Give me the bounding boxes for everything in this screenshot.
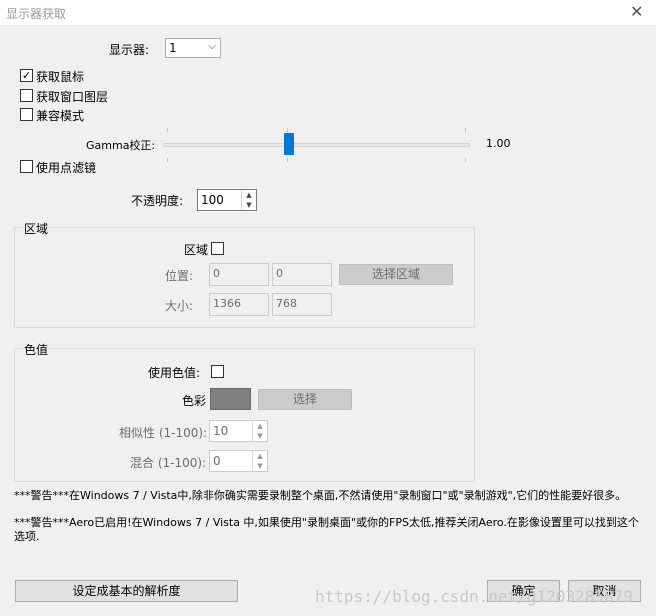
spin-up-icon[interactable]: ▲ [253,421,267,431]
warning-aero: ***警告***Aero已启用!在Windows 7 / Vista 中,如果使… [14,516,639,543]
spin-up-icon[interactable]: ▲ [253,451,267,461]
region-enable-checkbox[interactable] [211,242,224,255]
region-enable-label: 区域 [184,243,209,257]
gamma-label: Gamma校正: [86,139,156,152]
title-bar: 显示器获取 ✕ [0,0,656,26]
set-base-resolution-button[interactable]: 设定成基本的解析度 [15,580,238,602]
compat-mode-label: 兼容模式 [36,109,85,123]
slider-tick [465,158,466,162]
slider-tick [287,158,288,162]
capture-layers-checkbox[interactable] [20,89,33,102]
slider-tick [465,128,466,132]
spin-buttons: ▲ ▼ [252,451,267,471]
position-y-field[interactable]: 0 [272,263,332,286]
slider-tick [287,128,288,132]
opacity-label: 不透明度: [131,194,184,208]
height-field[interactable]: 768 [272,293,332,316]
blend-spinbox[interactable]: 0 ▲ ▼ [209,450,268,472]
region-group-label: 区域 [23,220,50,237]
compat-mode-checkbox[interactable] [20,108,33,121]
spin-buttons: ▲ ▼ [241,190,256,210]
select-region-button[interactable]: 选择区域 [339,264,453,285]
slider-tick [167,158,168,162]
close-icon[interactable]: ✕ [630,3,643,21]
width-field[interactable]: 1366 [209,293,269,316]
position-x-field[interactable]: 0 [209,263,269,286]
similarity-spinbox[interactable]: 10 ▲ ▼ [209,420,268,442]
check-icon: ✓ [21,69,32,82]
display-label: 显示器: [109,43,150,57]
spin-up-icon[interactable]: ▲ [242,190,256,200]
gamma-slider-track[interactable] [163,143,470,147]
blend-label: 混合 (1-100): [130,456,207,470]
capture-layers-label: 获取窗口图层 [36,90,109,104]
point-filter-checkbox[interactable] [20,160,33,173]
display-select-value: 1 [169,41,177,55]
spin-down-icon[interactable]: ▼ [253,431,267,441]
window-title: 显示器获取 [6,7,67,21]
spin-down-icon[interactable]: ▼ [242,200,256,210]
position-label: 位置: [165,269,194,283]
use-color-key-label: 使用色值: [148,366,201,380]
spin-buttons: ▲ ▼ [252,421,267,441]
warning-desktop: ***警告***在Windows 7 / Vista中,除非你确实需要录制整个桌… [14,489,627,502]
point-filter-label: 使用点滤镜 [36,161,97,175]
size-label: 大小: [165,299,194,313]
opacity-spinbox[interactable]: 100 ▲ ▼ [197,189,257,211]
similarity-label: 相似性 (1-100): [119,426,208,440]
gamma-slider-thumb[interactable] [283,133,294,155]
display-select[interactable]: 1 ⌵ [165,38,221,58]
similarity-value: 10 [213,424,229,438]
gamma-value: 1.00 [486,137,511,150]
color-key-group-label: 色值 [23,341,50,358]
color-label: 色彩 [182,394,207,408]
capture-cursor-label: 获取鼠标 [36,70,85,84]
use-color-key-checkbox[interactable] [211,365,224,378]
watermark: https://blog.csdn.net/g1203285879 [315,587,633,606]
opacity-value: 100 [201,193,224,207]
color-swatch[interactable] [210,388,251,410]
chevron-down-icon: ⌵ [208,41,216,52]
blend-value: 0 [213,454,221,468]
spin-down-icon[interactable]: ▼ [253,461,267,471]
slider-tick [167,128,168,132]
capture-cursor-checkbox[interactable]: ✓ [20,69,33,82]
select-color-button[interactable]: 选择 [258,389,352,410]
